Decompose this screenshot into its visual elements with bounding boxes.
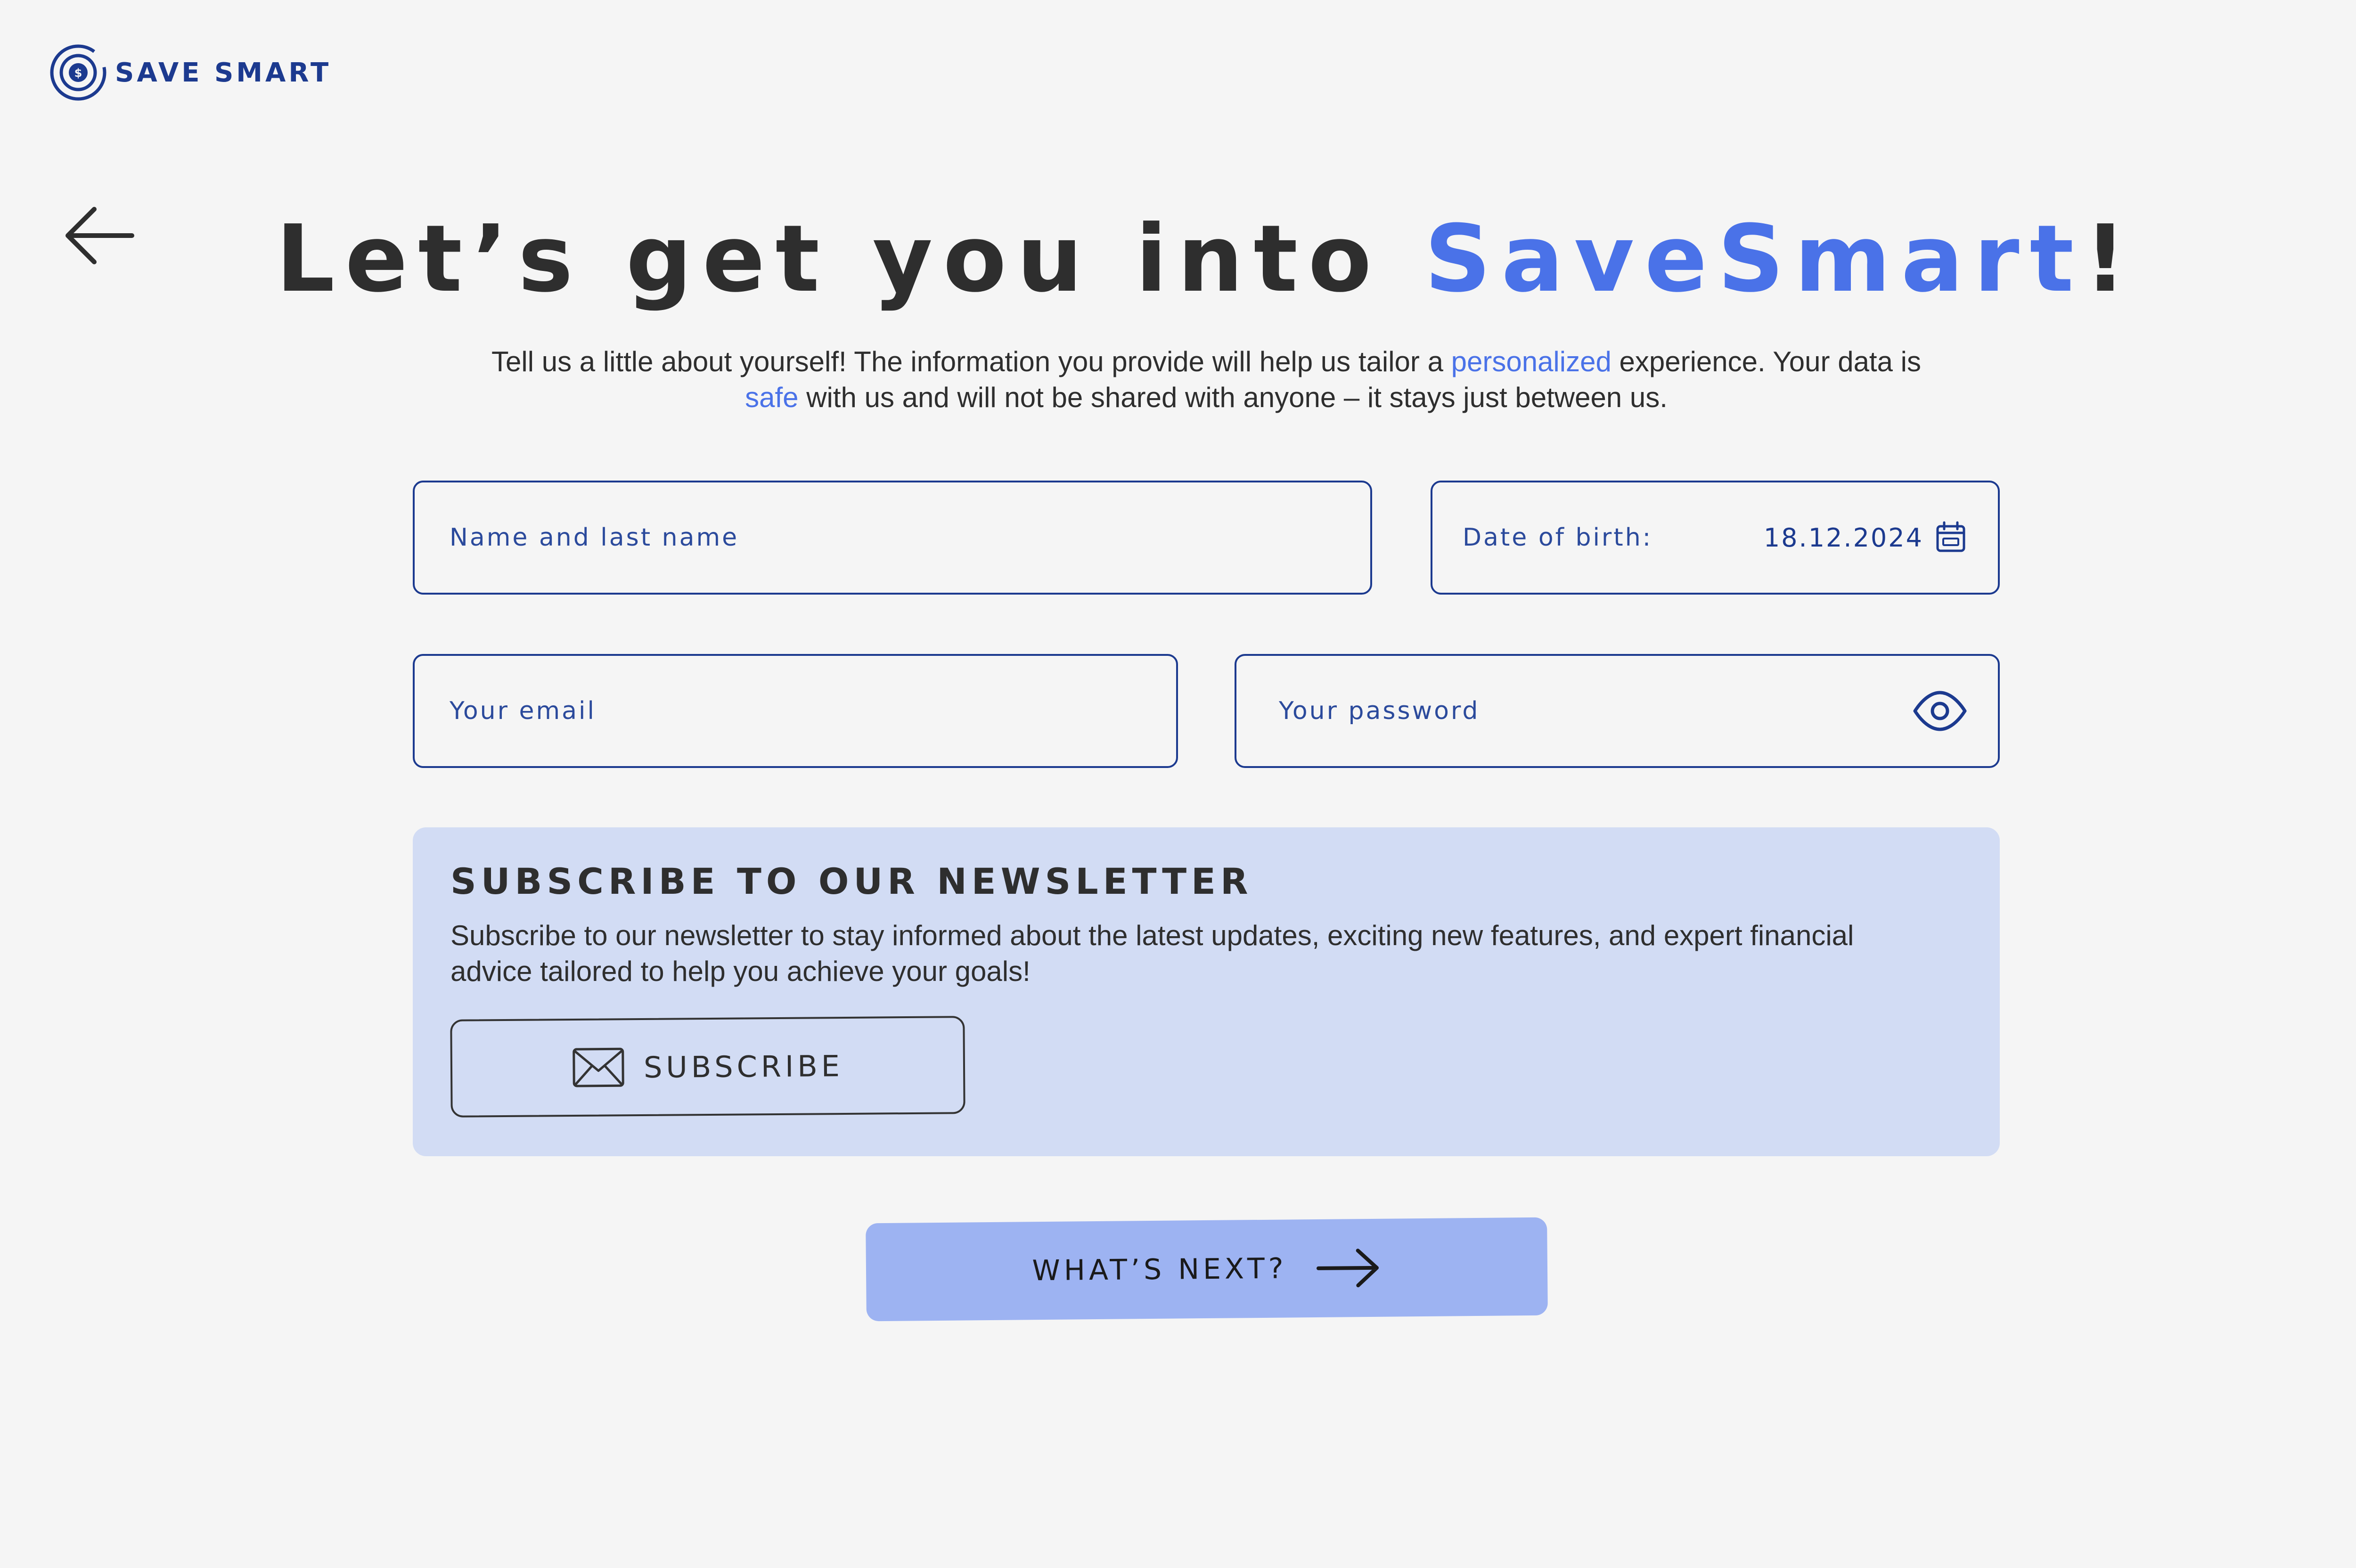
email-field[interactable]: Your email: [413, 654, 1178, 768]
page-title: Let’s get you into SaveSmart!: [0, 203, 2356, 316]
intro-part-1: Tell us a little about yourself! The inf…: [491, 346, 1451, 377]
subscribe-button[interactable]: SUBSCRIBE: [450, 1016, 965, 1118]
newsletter-description: Subscribe to our newsletter to stay info…: [450, 920, 1854, 987]
dob-value: 18.12.2024: [1763, 523, 1923, 553]
intro-part-3: with us and will not be shared with anyo…: [798, 382, 1668, 413]
date-of-birth-field[interactable]: Date of birth: 18.12.2024: [1431, 481, 2000, 595]
eye-icon[interactable]: [1912, 683, 1968, 739]
coin-target-icon: $: [50, 44, 106, 101]
intro-text: Tell us a little about yourself! The inf…: [368, 344, 2045, 416]
intro-part-2: experience. Your data is: [1611, 346, 1921, 377]
svg-text:$: $: [74, 66, 82, 80]
name-field[interactable]: Name and last name: [413, 481, 1372, 595]
intro-highlight-safe: safe: [745, 382, 799, 413]
intro-highlight-personalized: personalized: [1451, 346, 1612, 377]
newsletter-panel: SUBSCRIBE TO OUR NEWSLETTER Subscribe to…: [413, 827, 2000, 1156]
subscribe-label: SUBSCRIBE: [643, 1048, 844, 1085]
dob-label: Date of birth:: [1463, 523, 1653, 552]
email-placeholder: Your email: [450, 697, 596, 725]
title-prefix: Let’s get you into: [276, 205, 1424, 313]
title-brand: SaveSmart: [1424, 205, 2085, 313]
password-placeholder: Your password: [1279, 697, 1480, 725]
calendar-icon[interactable]: [1934, 521, 1968, 555]
envelope-icon: [573, 1047, 624, 1087]
whats-next-label: WHAT’S NEXT?: [1032, 1252, 1287, 1288]
logo[interactable]: $ SAVE SMART: [49, 43, 331, 102]
password-field[interactable]: Your password: [1235, 654, 2000, 768]
title-suffix: !: [2084, 205, 2137, 313]
newsletter-title: SUBSCRIBE TO OUR NEWSLETTER: [450, 860, 1253, 902]
logo-text: SAVE SMART: [115, 57, 332, 88]
arrow-right-icon: [1316, 1249, 1379, 1288]
whats-next-button[interactable]: WHAT’S NEXT?: [866, 1217, 1548, 1322]
name-placeholder: Name and last name: [450, 523, 739, 552]
